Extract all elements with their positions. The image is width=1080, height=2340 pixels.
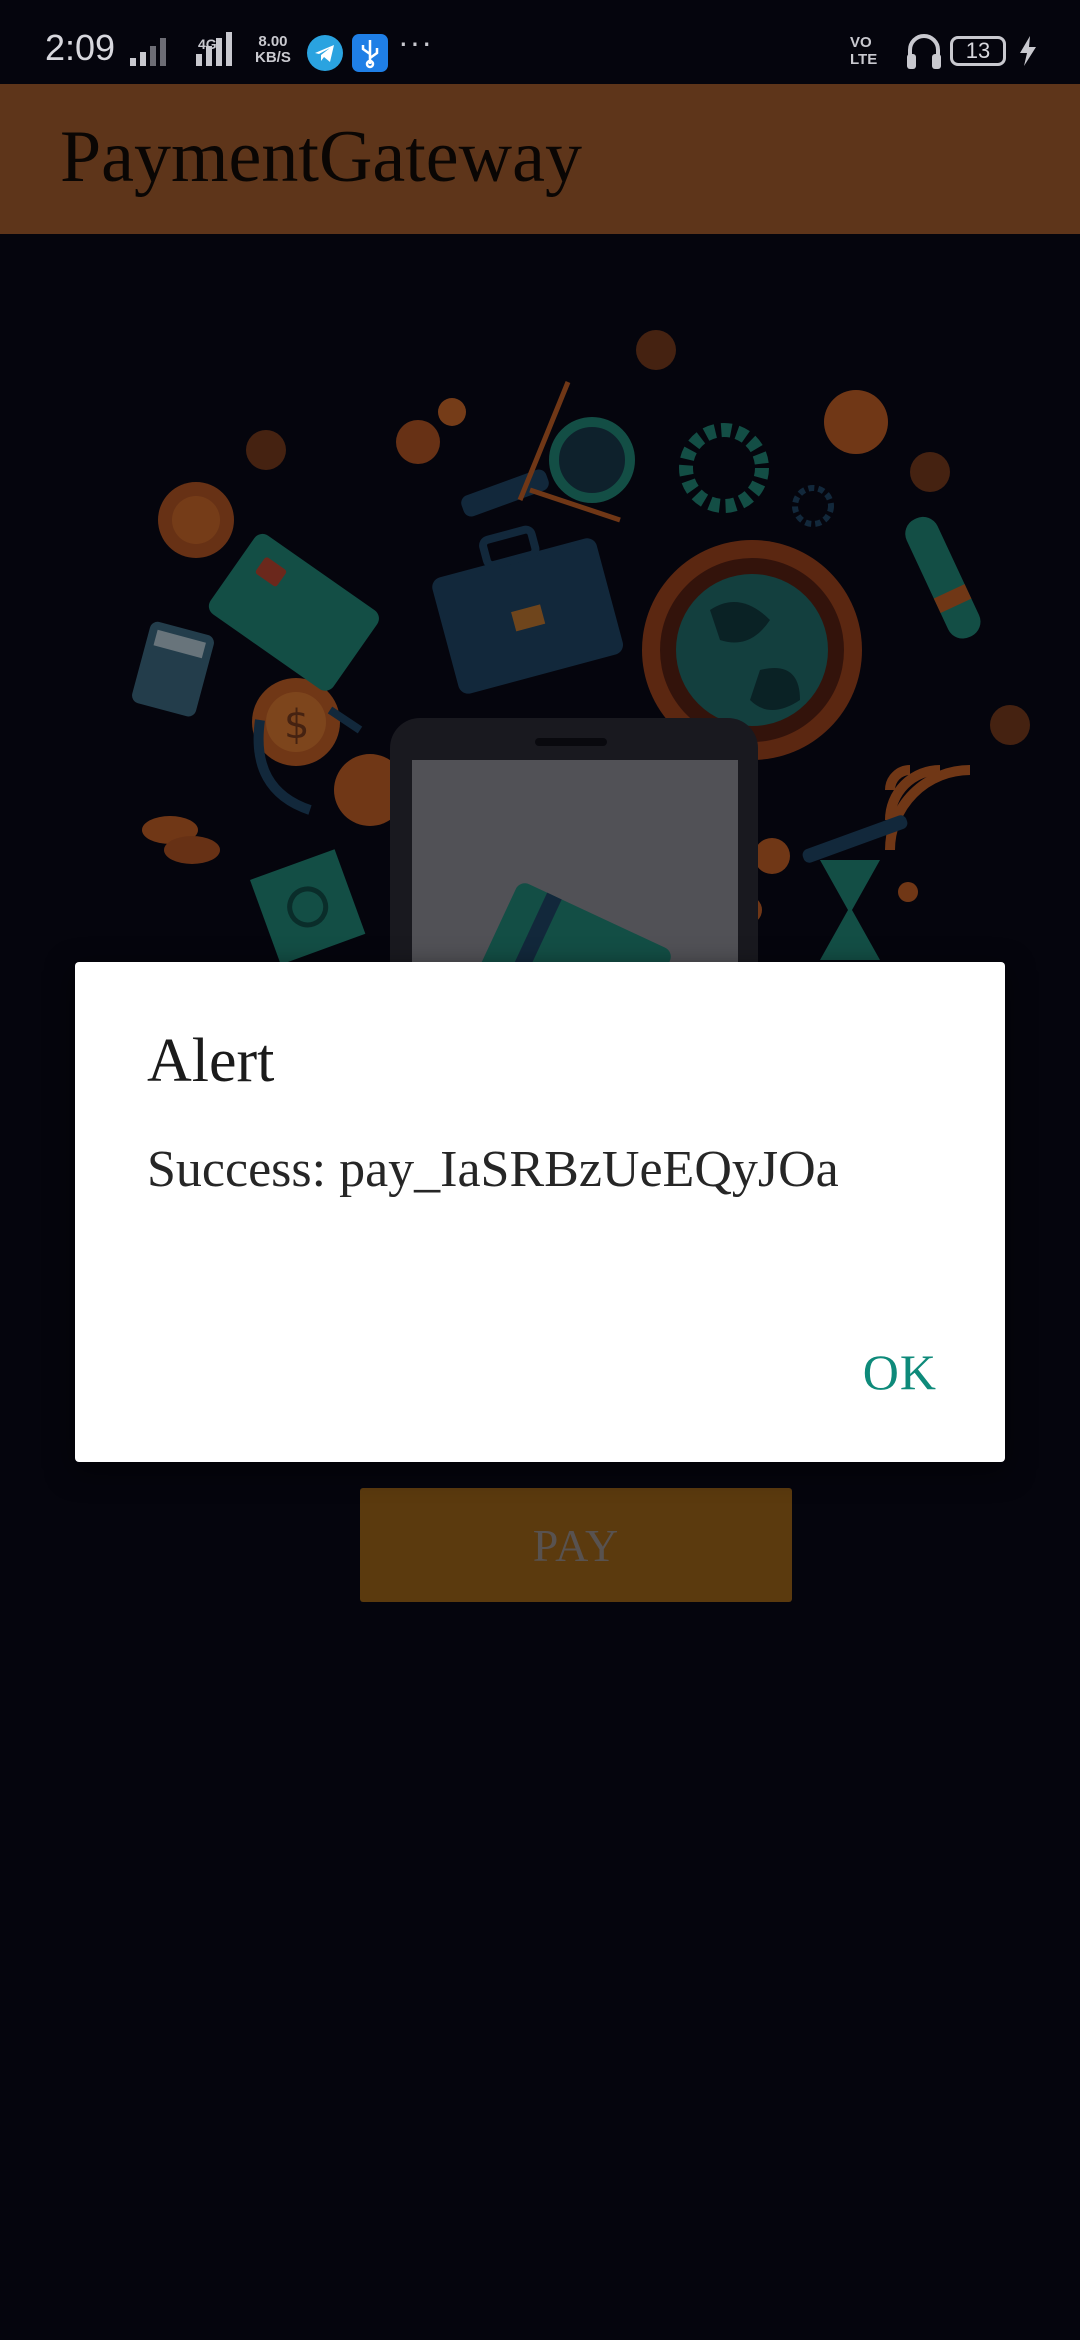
battery-indicator: 13 <box>950 36 1006 66</box>
network-type-label: 4G <box>198 36 217 52</box>
app-bar: PaymentGateway <box>0 84 1080 234</box>
pay-button[interactable]: PAY <box>360 1488 792 1602</box>
network-speed: 8.00 KB/S <box>255 33 291 66</box>
volte-indicator: VO LTE <box>850 34 878 68</box>
charging-icon <box>1020 36 1036 66</box>
status-time: 2:09 <box>45 27 116 68</box>
payment-illustration: $ <box>132 330 1030 970</box>
alert-dialog: Alert Success: pay_IaSRBzUeEQyJOa OK <box>75 962 1005 1462</box>
ok-button[interactable]: OK <box>807 1334 937 1410</box>
app-title: PaymentGateway <box>60 116 582 198</box>
headset-icon <box>907 34 941 69</box>
dialog-message: Success: pay_IaSRBzUeEQyJOa <box>147 1141 839 1198</box>
svg-text:$: $ <box>284 702 309 748</box>
telegram-icon <box>307 35 343 71</box>
signal-icon <box>130 32 232 66</box>
dialog-title: Alert <box>147 1027 275 1095</box>
status-bar: 2:09 4G 8.00 KB/S ··· VO LTE 13 <box>0 0 1080 84</box>
more-notifications-icon: ··· <box>398 24 433 60</box>
usb-icon <box>352 34 388 72</box>
